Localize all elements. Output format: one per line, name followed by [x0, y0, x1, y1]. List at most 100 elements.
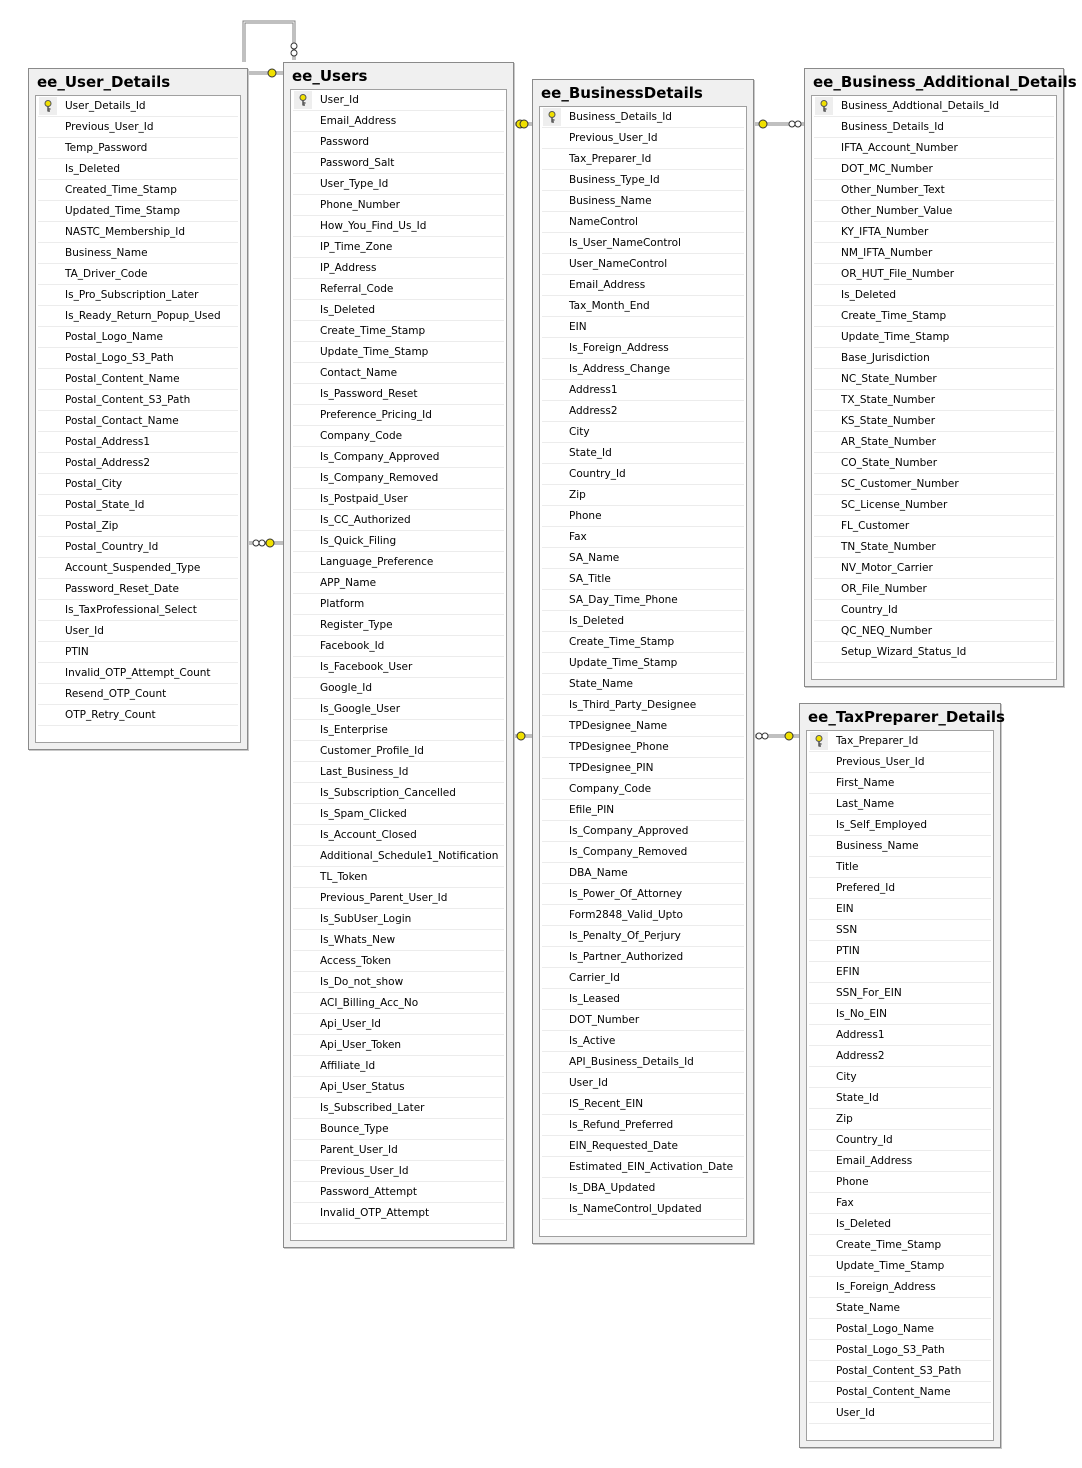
column-row[interactable]: Is_Third_Party_Designee [542, 695, 744, 716]
column-row[interactable]: First_Name [809, 773, 991, 794]
column-row[interactable]: Is_Subscribed_Later [293, 1098, 504, 1119]
column-row[interactable]: User_Details_Id [38, 96, 238, 117]
column-row[interactable]: Is_No_EIN [809, 1004, 991, 1025]
column-row[interactable]: Create_Time_Stamp [814, 306, 1054, 327]
column-row[interactable]: Form2848_Valid_Upto [542, 905, 744, 926]
column-row[interactable]: Create_Time_Stamp [542, 632, 744, 653]
column-row[interactable]: Is_Company_Approved [542, 821, 744, 842]
column-row[interactable]: Address1 [809, 1025, 991, 1046]
column-row[interactable]: Title [809, 857, 991, 878]
column-row[interactable]: Is_Pro_Subscription_Later [38, 285, 238, 306]
column-row[interactable]: Last_Name [809, 794, 991, 815]
column-row[interactable]: Email_Address [809, 1151, 991, 1172]
column-row[interactable]: Update_Time_Stamp [542, 653, 744, 674]
column-row[interactable]: State_Name [542, 674, 744, 695]
column-row[interactable]: FL_Customer [814, 516, 1054, 537]
column-row[interactable]: Address2 [542, 401, 744, 422]
column-row[interactable]: Phone_Number [293, 195, 504, 216]
column-row[interactable]: DOT_MC_Number [814, 159, 1054, 180]
column-row[interactable]: TPDesignee_PIN [542, 758, 744, 779]
column-row[interactable]: Efile_PIN [542, 800, 744, 821]
column-row[interactable]: Is_Foreign_Address [809, 1277, 991, 1298]
column-row[interactable]: Is_Account_Closed [293, 825, 504, 846]
column-row[interactable]: Is_Refund_Preferred [542, 1115, 744, 1136]
column-row[interactable]: Postal_Content_Name [809, 1382, 991, 1403]
column-row[interactable]: Business_Details_Id [814, 117, 1054, 138]
column-row[interactable]: Is_Self_Employed [809, 815, 991, 836]
column-row[interactable]: Is_Enterprise [293, 720, 504, 741]
column-row[interactable]: Country_Id [814, 600, 1054, 621]
column-row[interactable]: Password_Salt [293, 153, 504, 174]
column-row[interactable]: Parent_User_Id [293, 1140, 504, 1161]
column-row[interactable]: State_Name [809, 1298, 991, 1319]
column-row[interactable]: SA_Day_Time_Phone [542, 590, 744, 611]
column-row[interactable]: PTIN [809, 941, 991, 962]
column-row[interactable]: TPDesignee_Phone [542, 737, 744, 758]
column-row[interactable]: Temp_Password [38, 138, 238, 159]
column-row[interactable]: Postal_Logo_Name [809, 1319, 991, 1340]
column-row[interactable]: Update_Time_Stamp [293, 342, 504, 363]
column-row[interactable]: Is_Company_Removed [293, 468, 504, 489]
column-row[interactable]: Is_TaxProfessional_Select [38, 600, 238, 621]
column-row[interactable]: QC_NEQ_Number [814, 621, 1054, 642]
column-row[interactable]: Company_Code [542, 779, 744, 800]
column-row[interactable]: Is_Partner_Authorized [542, 947, 744, 968]
column-row[interactable]: KY_IFTA_Number [814, 222, 1054, 243]
column-row[interactable]: Invalid_OTP_Attempt [293, 1203, 504, 1224]
column-row[interactable]: Updated_Time_Stamp [38, 201, 238, 222]
column-row[interactable]: Zip [542, 485, 744, 506]
column-row[interactable]: City [542, 422, 744, 443]
column-row[interactable]: Is_Password_Reset [293, 384, 504, 405]
column-row[interactable]: Invalid_OTP_Attempt_Count [38, 663, 238, 684]
column-row[interactable]: SA_Name [542, 548, 744, 569]
column-row[interactable]: DBA_Name [542, 863, 744, 884]
column-row[interactable]: Customer_Profile_Id [293, 741, 504, 762]
table-ee-taxpreparer-details[interactable]: ee_TaxPreparer_Details Tax_Preparer_Id Pre… [799, 703, 1005, 1448]
column-row[interactable]: OR_HUT_File_Number [814, 264, 1054, 285]
column-row[interactable]: NC_State_Number [814, 369, 1054, 390]
column-row[interactable]: SA_Title [542, 569, 744, 590]
column-row[interactable]: How_You_Find_Us_Id [293, 216, 504, 237]
column-row[interactable]: Business_Addtional_Details_Id [814, 96, 1054, 117]
column-row[interactable]: KS_State_Number [814, 411, 1054, 432]
column-row[interactable]: Postal_Logo_S3_Path [809, 1340, 991, 1361]
column-row[interactable]: API_Business_Details_Id [542, 1052, 744, 1073]
column-row[interactable]: Is_Deleted [809, 1214, 991, 1235]
column-row[interactable]: Is_Facebook_User [293, 657, 504, 678]
column-row[interactable]: Api_User_Status [293, 1077, 504, 1098]
column-row[interactable]: Resend_OTP_Count [38, 684, 238, 705]
column-row[interactable]: Previous_User_Id [809, 752, 991, 773]
column-row[interactable]: Api_User_Token [293, 1035, 504, 1056]
column-row[interactable]: Created_Time_Stamp [38, 180, 238, 201]
column-row[interactable]: Country_Id [809, 1130, 991, 1151]
column-row[interactable]: Is_Active [542, 1031, 744, 1052]
column-row[interactable]: Previous_User_Id [293, 1161, 504, 1182]
column-row[interactable]: User_NameControl [542, 254, 744, 275]
column-row[interactable]: User_Id [809, 1403, 991, 1424]
column-row[interactable]: Business_Name [809, 836, 991, 857]
column-row[interactable]: EIN [542, 317, 744, 338]
column-row[interactable]: Postal_Logo_S3_Path [38, 348, 238, 369]
column-row[interactable]: Is_NameControl_Updated [542, 1199, 744, 1220]
column-row[interactable]: User_Id [293, 90, 504, 111]
column-row[interactable]: Previous_User_Id [542, 128, 744, 149]
column-row[interactable]: SSN [809, 920, 991, 941]
column-row[interactable]: Bounce_Type [293, 1119, 504, 1140]
column-row[interactable]: Referral_Code [293, 279, 504, 300]
column-row[interactable]: EFIN [809, 962, 991, 983]
column-row[interactable]: NASTC_Membership_Id [38, 222, 238, 243]
column-row[interactable]: NM_IFTA_Number [814, 243, 1054, 264]
column-row[interactable]: Update_Time_Stamp [809, 1256, 991, 1277]
column-row[interactable]: Base_Jurisdiction [814, 348, 1054, 369]
table-ee-users[interactable]: ee_Users User_Id Email_Address Password Pass… [283, 62, 514, 1248]
column-row[interactable]: Postal_City [38, 474, 238, 495]
column-row[interactable]: Is_Penalty_Of_Perjury [542, 926, 744, 947]
column-row[interactable]: City [809, 1067, 991, 1088]
column-row[interactable]: Previous_User_Id [38, 117, 238, 138]
column-row[interactable]: Previous_Parent_User_Id [293, 888, 504, 909]
column-row[interactable]: Fax [542, 527, 744, 548]
column-row[interactable]: TN_State_Number [814, 537, 1054, 558]
column-row[interactable]: TX_State_Number [814, 390, 1054, 411]
column-row[interactable]: OTP_Retry_Count [38, 705, 238, 726]
column-row[interactable]: Postal_Address2 [38, 453, 238, 474]
